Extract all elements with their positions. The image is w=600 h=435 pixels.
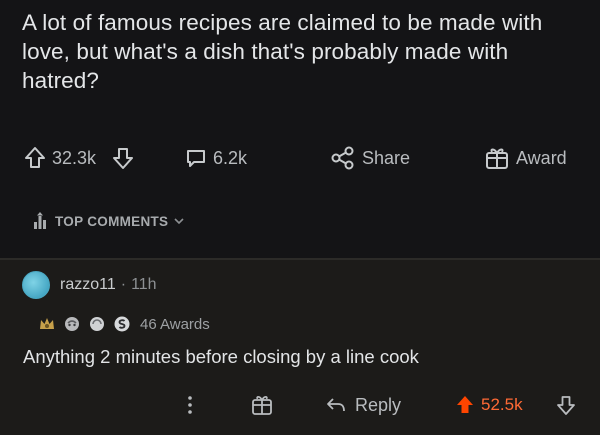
- award-icon: [113, 315, 131, 333]
- comment-downvote-button[interactable]: [556, 388, 576, 422]
- comment-username[interactable]: razzo11: [60, 276, 116, 294]
- comment-icon: [187, 150, 205, 167]
- award-icon: [88, 315, 106, 333]
- gift-icon: [252, 395, 272, 415]
- comment-body: Anything 2 minutes before closing by a l…: [23, 346, 419, 367]
- avatar[interactable]: [22, 271, 50, 299]
- downvote-button[interactable]: [112, 140, 134, 176]
- comment-count: 6.2k: [213, 147, 248, 168]
- share-label: Share: [362, 147, 411, 168]
- upvote-button[interactable]: [24, 140, 46, 176]
- post-score: 32.3k: [52, 147, 97, 168]
- downvote-icon[interactable]: [112, 146, 134, 170]
- award-icon: [63, 315, 81, 333]
- reply-icon: [327, 398, 345, 412]
- sort-label: TOP COMMENTS: [55, 213, 169, 229]
- upvote-icon[interactable]: [455, 394, 475, 416]
- upvote-icon[interactable]: [24, 146, 46, 170]
- more-options-button[interactable]: [186, 388, 194, 422]
- awards-count: 46 Awards: [140, 315, 210, 333]
- comment-score: 52.5k: [481, 395, 523, 414]
- comment-awards[interactable]: 46 Awards: [38, 313, 210, 335]
- comment-card: razzo11 · 11h 46 Awards Anything 2 minut…: [0, 258, 600, 435]
- downvote-icon[interactable]: [556, 394, 576, 416]
- share-icon: [331, 146, 354, 170]
- comments-button[interactable]: 6.2k: [185, 140, 247, 176]
- share-button[interactable]: Share: [330, 140, 410, 176]
- comment-sort-dropdown[interactable]: TOP COMMENTS: [32, 210, 184, 232]
- award-icon: [38, 315, 56, 333]
- comment-upvote-button[interactable]: 52.5k: [455, 388, 523, 422]
- post-title: A lot of famous recipes are claimed to b…: [22, 10, 543, 93]
- reply-label: Reply: [355, 394, 402, 415]
- comment-action-bar: Reply 52.5k: [0, 388, 600, 422]
- award-label: Award: [516, 147, 567, 168]
- sort-icon: [34, 212, 46, 229]
- more-icon: [188, 396, 192, 414]
- give-award-button[interactable]: [250, 388, 274, 422]
- award-icon: [486, 148, 508, 169]
- reply-button[interactable]: Reply: [325, 388, 401, 422]
- post-action-bar: 32.3k 6.2k Share Award: [0, 140, 600, 176]
- chevron-down-icon: [174, 218, 184, 225]
- comment-age: 11h: [131, 276, 157, 293]
- comment-header: razzo11 · 11h: [22, 271, 157, 299]
- comment-separator: ·: [120, 276, 127, 293]
- award-button[interactable]: Award: [484, 140, 567, 176]
